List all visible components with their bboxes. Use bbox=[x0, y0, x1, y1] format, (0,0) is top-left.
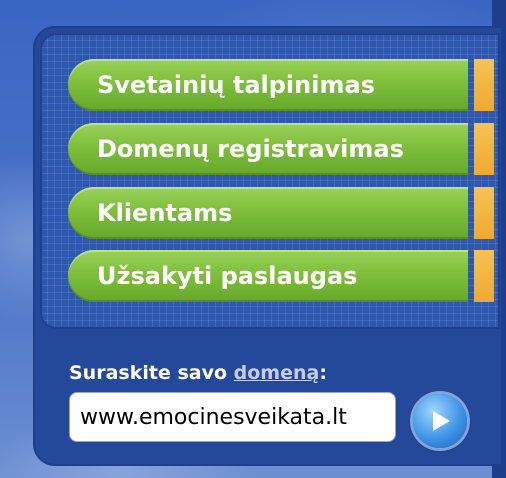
nav-item-clients[interactable]: Klientams bbox=[68, 187, 468, 239]
play-arrow-icon bbox=[433, 411, 450, 431]
search-label-suffix: : bbox=[319, 362, 327, 384]
nav-item-label: Užsakyti paslaugas bbox=[97, 262, 358, 290]
nav-item-label: Klientams bbox=[97, 199, 233, 227]
nav-item-hosting[interactable]: Svetainių talpinimas bbox=[68, 59, 468, 111]
nav-item-tab bbox=[474, 123, 494, 175]
nav-item-tab bbox=[474, 59, 494, 111]
nav-item-tab bbox=[474, 187, 494, 239]
nav-item-domain-registration[interactable]: Domenų registravimas bbox=[68, 123, 468, 175]
domain-search-submit-button[interactable] bbox=[413, 394, 467, 448]
domain-search-label: Suraskite savo domeną: bbox=[69, 362, 327, 384]
nav-item-tab bbox=[474, 250, 494, 302]
nav-item-label: Svetainių talpinimas bbox=[97, 71, 375, 99]
domain-link[interactable]: domeną bbox=[234, 362, 320, 384]
domain-search-input[interactable] bbox=[69, 392, 396, 442]
nav-item-label: Domenų registravimas bbox=[97, 135, 404, 163]
search-label-prefix: Suraskite savo bbox=[69, 362, 234, 384]
nav-item-order-services[interactable]: Užsakyti paslaugas bbox=[68, 250, 468, 302]
